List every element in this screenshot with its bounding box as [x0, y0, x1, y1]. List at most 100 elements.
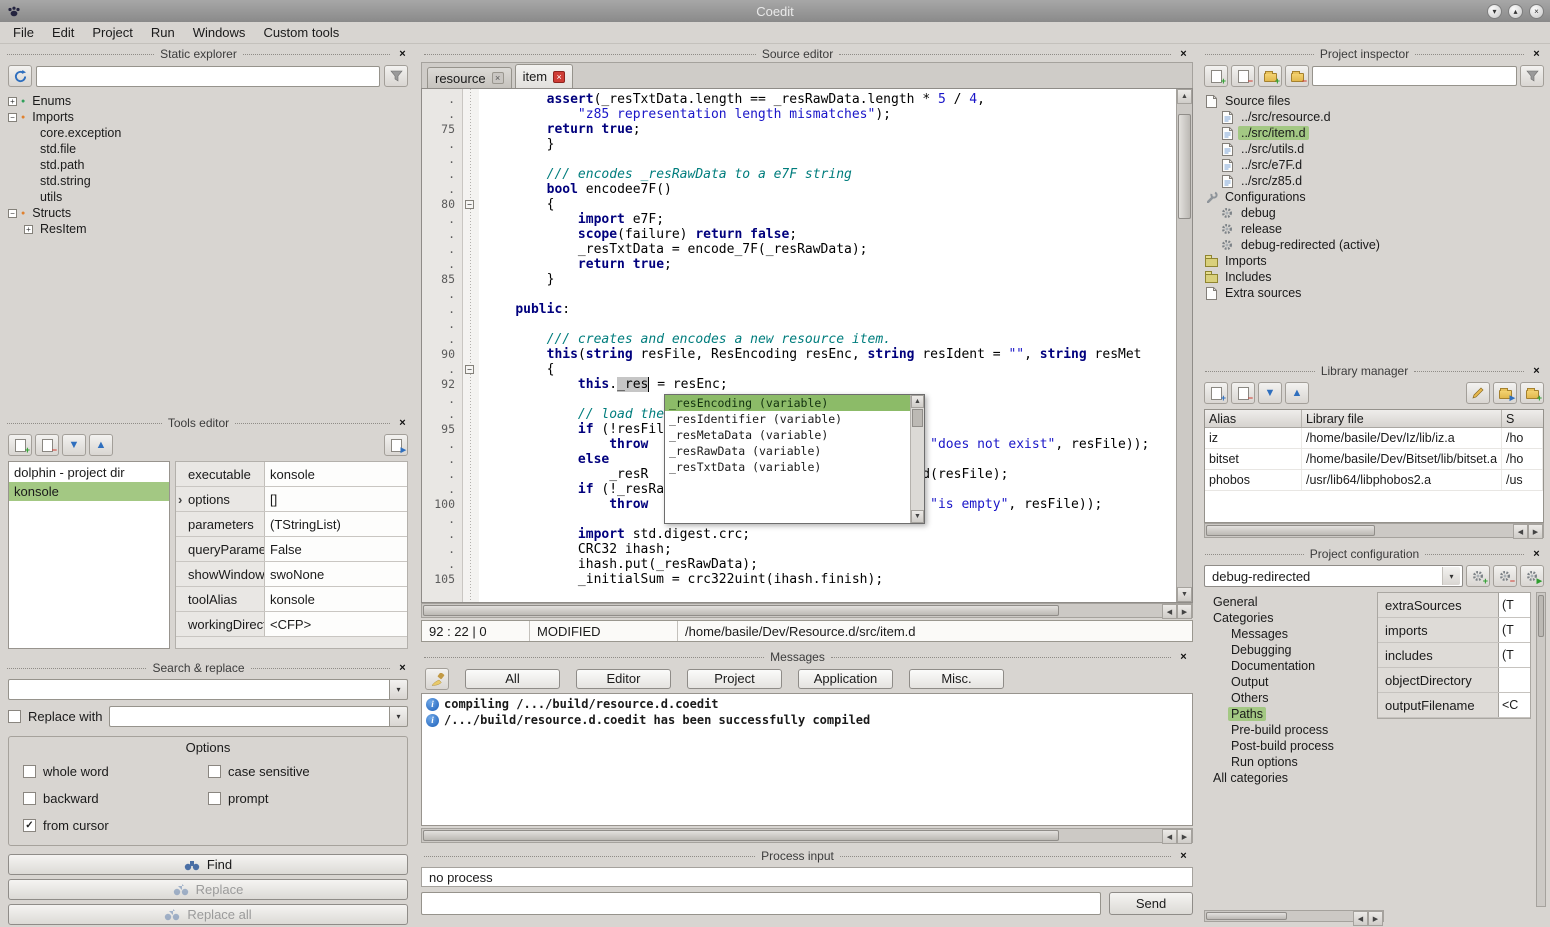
replace-all-button[interactable]: Replace all — [8, 904, 408, 925]
editor-hscrollbar[interactable]: ◀ ▶ — [421, 603, 1193, 618]
option-whole-word[interactable]: whole word — [23, 764, 208, 779]
config-category[interactable]: Paths — [1204, 706, 1372, 722]
code-pane[interactable]: . assert(_resTxtData.length == _resRawDa… — [422, 89, 1176, 602]
code-text[interactable]: this._res = resEnc; — [479, 377, 728, 392]
vscroll-track[interactable] — [1177, 104, 1192, 587]
library-from-folder-button[interactable]: ▶ — [1493, 382, 1517, 404]
inspector-node[interactable]: Imports — [1200, 253, 1548, 269]
scroll-left-icon[interactable]: ◀ — [1162, 604, 1177, 619]
close-panel-icon[interactable]: × — [1530, 365, 1543, 377]
static-explorer-node[interactable]: utils — [2, 189, 414, 205]
code-text[interactable]: scope(failure) return false; — [479, 227, 797, 242]
clear-messages-button[interactable] — [425, 668, 449, 690]
find-button[interactable]: Find — [8, 854, 408, 875]
replace-term-input[interactable] — [109, 706, 390, 727]
tab-close-icon[interactable]: × — [553, 71, 565, 83]
send-button[interactable]: Send — [1109, 892, 1193, 915]
config-hscrollbar[interactable]: ◀ ▶ — [1204, 910, 1384, 922]
code-text[interactable]: return true; — [479, 122, 641, 137]
static-explorer-node[interactable]: core.exception — [2, 125, 414, 141]
dropdown-icon[interactable]: ▾ — [390, 679, 408, 700]
property-value[interactable] — [1498, 668, 1530, 692]
checkbox-case-sensitive[interactable] — [208, 765, 221, 778]
scroll-down-icon[interactable]: ▼ — [1177, 587, 1192, 602]
hscroll-track[interactable] — [422, 604, 1162, 617]
code-text[interactable]: bool encodee7F() — [479, 182, 672, 197]
search-term-input[interactable] — [8, 679, 390, 700]
code-text[interactable]: { — [479, 197, 554, 212]
static-explorer-node[interactable]: −●Imports — [2, 109, 414, 125]
inspector-node[interactable]: release — [1200, 221, 1548, 237]
messages-filter-application[interactable]: Application — [798, 669, 893, 689]
menu-item-file[interactable]: File — [4, 23, 43, 42]
tree-expander-icon[interactable]: − — [8, 113, 17, 122]
symbol-search-input[interactable] — [36, 66, 380, 87]
move-tool-down-button[interactable]: ▼ — [62, 434, 86, 456]
checkbox-backward[interactable] — [23, 792, 36, 805]
code-text[interactable]: return true; — [479, 257, 672, 272]
close-panel-icon[interactable]: × — [1177, 850, 1190, 862]
filter-icon[interactable] — [1520, 65, 1544, 87]
close-panel-icon[interactable]: × — [1530, 48, 1543, 60]
inspector-node[interactable]: Extra sources — [1200, 285, 1548, 301]
hscroll-track[interactable] — [1205, 524, 1513, 537]
refresh-button[interactable] — [8, 65, 32, 87]
scroll-down-icon[interactable]: ▼ — [911, 510, 924, 523]
config-category[interactable]: Output — [1204, 674, 1372, 690]
editor-vscrollbar[interactable]: ▲ ▼ — [1176, 89, 1192, 602]
property-value[interactable]: [] — [264, 487, 407, 511]
library-row[interactable]: bitset/home/basile/Dev/Bitset/lib/bitset… — [1205, 449, 1543, 470]
clone-configuration-button[interactable]: ▶ — [1520, 565, 1544, 587]
config-category[interactable]: General — [1204, 594, 1372, 610]
remove-source-button[interactable]: − — [1231, 65, 1255, 87]
property-value[interactable]: <CFP> — [264, 612, 407, 636]
menu-item-edit[interactable]: Edit — [43, 23, 83, 42]
hscroll-thumb[interactable] — [423, 605, 1059, 616]
inspector-node[interactable]: ../src/resource.d — [1200, 109, 1548, 125]
inspector-node[interactable]: debug-redirected (active) — [1200, 237, 1548, 253]
close-panel-icon[interactable]: × — [1530, 548, 1543, 560]
hscroll-track[interactable] — [422, 829, 1162, 842]
tool-list-item[interactable]: dolphin - project dir — [9, 463, 169, 482]
replace-button[interactable]: Replace — [8, 879, 408, 900]
messages-hscrollbar[interactable]: ◀ ▶ — [421, 828, 1193, 843]
fold-icon[interactable]: − — [465, 365, 474, 374]
remove-library-button[interactable]: − — [1231, 382, 1255, 404]
inspector-node[interactable]: Configurations — [1200, 189, 1548, 205]
move-tool-up-button[interactable]: ▲ — [89, 434, 113, 456]
tab-close-icon[interactable]: × — [492, 72, 504, 84]
inspector-node[interactable]: ../src/utils.d — [1200, 141, 1548, 157]
filter-icon[interactable] — [384, 65, 408, 87]
scroll-left-icon[interactable]: ◀ — [1162, 829, 1177, 844]
scroll-right-icon[interactable]: ▶ — [1528, 524, 1543, 539]
inspector-node[interactable]: ../src/z85.d — [1200, 173, 1548, 189]
property-value[interactable]: <C — [1498, 693, 1530, 717]
config-category[interactable]: All categories — [1204, 770, 1372, 786]
option-from-cursor[interactable]: ✓from cursor — [23, 818, 208, 833]
shade-button[interactable]: ▾ — [1487, 4, 1502, 19]
scroll-left-icon[interactable]: ◀ — [1353, 911, 1368, 926]
config-vscrollbar[interactable] — [1536, 592, 1546, 907]
code-text[interactable]: else — [479, 452, 609, 467]
hscroll-thumb[interactable] — [423, 830, 1059, 841]
code-text[interactable]: /// creates and encodes a new resource i… — [479, 332, 891, 347]
message-row[interactable]: i/.../build/resource.d.coedit has been s… — [422, 712, 1192, 728]
checkbox-from-cursor[interactable]: ✓ — [23, 819, 36, 832]
fold-icon[interactable]: − — [465, 200, 474, 209]
code-text[interactable] — [479, 287, 484, 302]
property-expander-icon[interactable]: › — [178, 492, 182, 507]
tree-expander-icon[interactable]: − — [8, 209, 17, 218]
editor-tab-item[interactable]: item× — [515, 64, 574, 88]
replace-with-checkbox[interactable] — [8, 710, 21, 723]
scroll-up-icon[interactable]: ▲ — [1177, 89, 1192, 104]
code-text[interactable]: this(string resFile, ResEncoding resEnc,… — [479, 347, 1142, 362]
checkbox-prompt[interactable] — [208, 792, 221, 805]
code-text[interactable]: { — [479, 362, 554, 377]
hscroll-track[interactable] — [1205, 911, 1353, 921]
code-text[interactable]: _resTxtData = encode_7F(_resRawData); — [479, 242, 868, 257]
property-value[interactable]: (T — [1498, 618, 1530, 642]
config-category[interactable]: Categories — [1204, 610, 1372, 626]
menu-item-windows[interactable]: Windows — [184, 23, 255, 42]
menu-item-custom-tools[interactable]: Custom tools — [254, 23, 348, 42]
completion-item[interactable]: _resIdentifier (variable) — [665, 411, 910, 427]
